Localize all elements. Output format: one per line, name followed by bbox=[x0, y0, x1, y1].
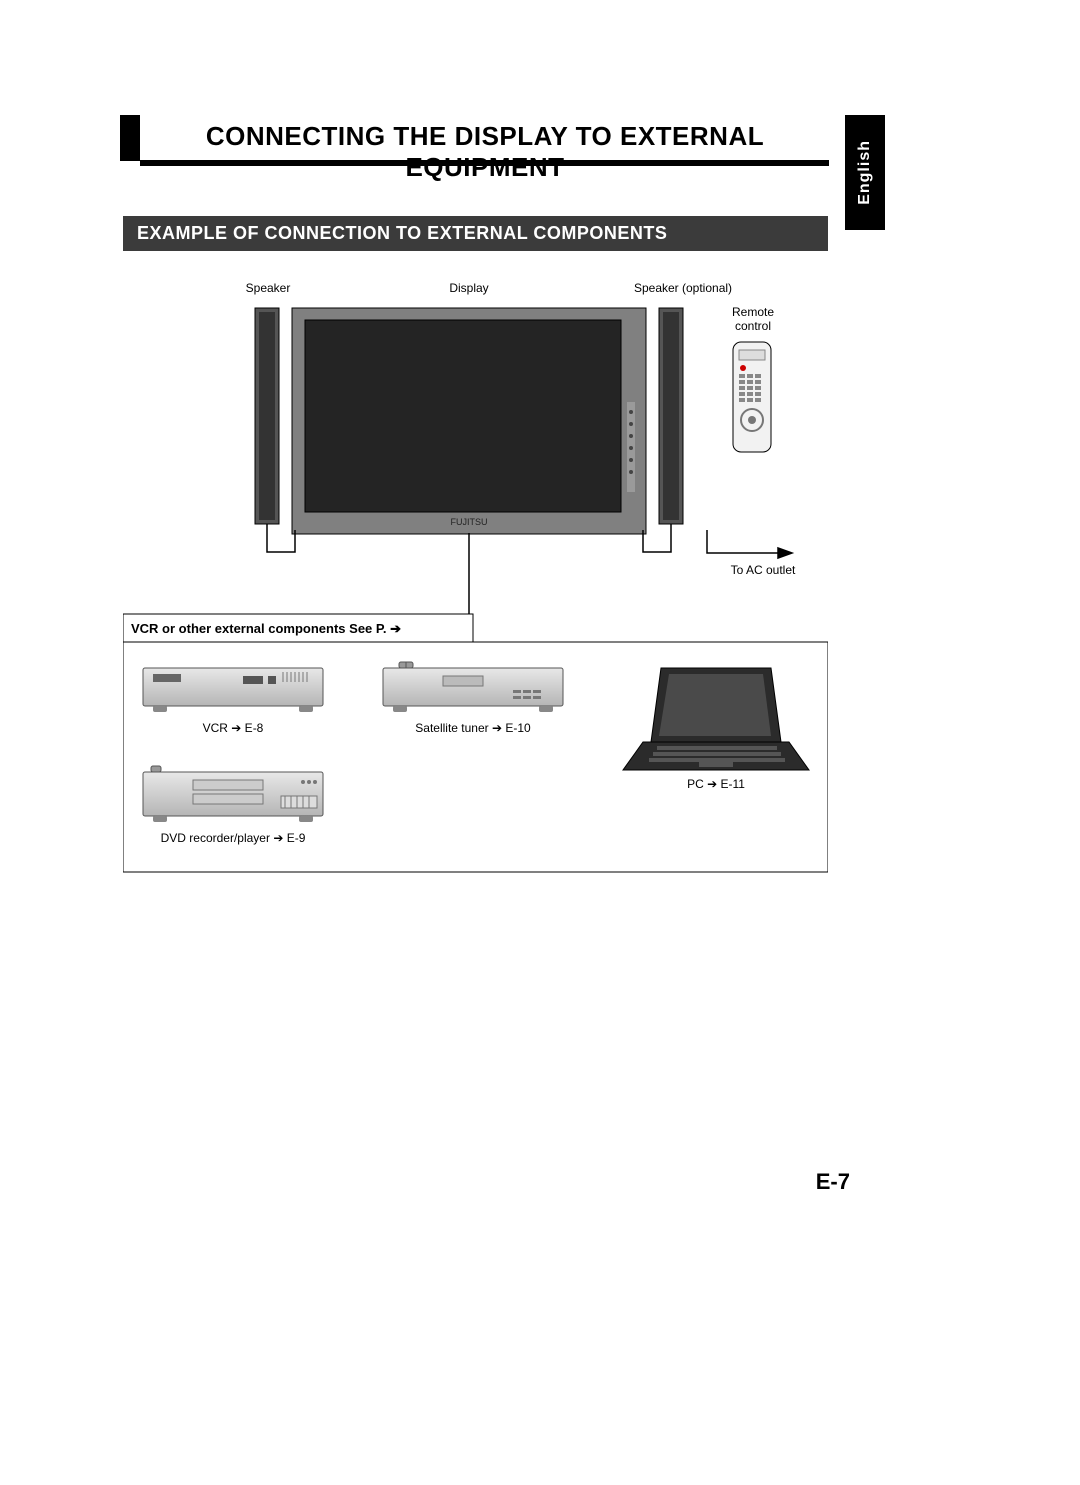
title-accent-block bbox=[120, 115, 140, 161]
display-icon: FUJITSU bbox=[292, 308, 646, 534]
language-label: English bbox=[856, 140, 874, 205]
remote-control-icon bbox=[733, 342, 771, 452]
speaker-right-icon bbox=[659, 308, 683, 524]
vcr-icon bbox=[143, 668, 323, 712]
satellite-tuner-icon bbox=[383, 662, 563, 712]
connection-diagram: Speaker Display Speaker (optional) Remot… bbox=[123, 272, 828, 882]
page-number: E-7 bbox=[816, 1169, 850, 1195]
brand-label: FUJITSU bbox=[451, 517, 488, 527]
label-remote-2: control bbox=[735, 319, 771, 333]
label-dvd: DVD recorder/player ➔ E-9 bbox=[161, 831, 306, 845]
label-speaker: Speaker bbox=[246, 281, 291, 295]
label-ac-outlet: To AC outlet bbox=[731, 563, 796, 577]
section-heading: EXAMPLE OF CONNECTION TO EXTERNAL COMPON… bbox=[123, 216, 828, 251]
label-speaker-optional: Speaker (optional) bbox=[634, 281, 732, 295]
page: English CONNECTING THE DISPLAY TO EXTERN… bbox=[0, 0, 1080, 1485]
page-title: CONNECTING THE DISPLAY TO EXTERNAL EQUIP… bbox=[140, 115, 830, 183]
page-title-bar: CONNECTING THE DISPLAY TO EXTERNAL EQUIP… bbox=[120, 115, 830, 183]
label-vcr: VCR ➔ E-8 bbox=[203, 721, 264, 735]
dvd-player-icon bbox=[143, 766, 323, 822]
label-display: Display bbox=[449, 281, 488, 295]
label-remote-1: Remote bbox=[732, 305, 774, 319]
speaker-left-icon bbox=[255, 308, 279, 524]
title-underline bbox=[140, 160, 829, 166]
language-tab: English bbox=[845, 115, 885, 230]
laptop-icon bbox=[623, 668, 809, 770]
label-pc: PC ➔ E-11 bbox=[687, 777, 745, 791]
components-box-title: VCR or other external components See P. … bbox=[131, 621, 401, 636]
label-satellite: Satellite tuner ➔ E-10 bbox=[415, 721, 531, 735]
